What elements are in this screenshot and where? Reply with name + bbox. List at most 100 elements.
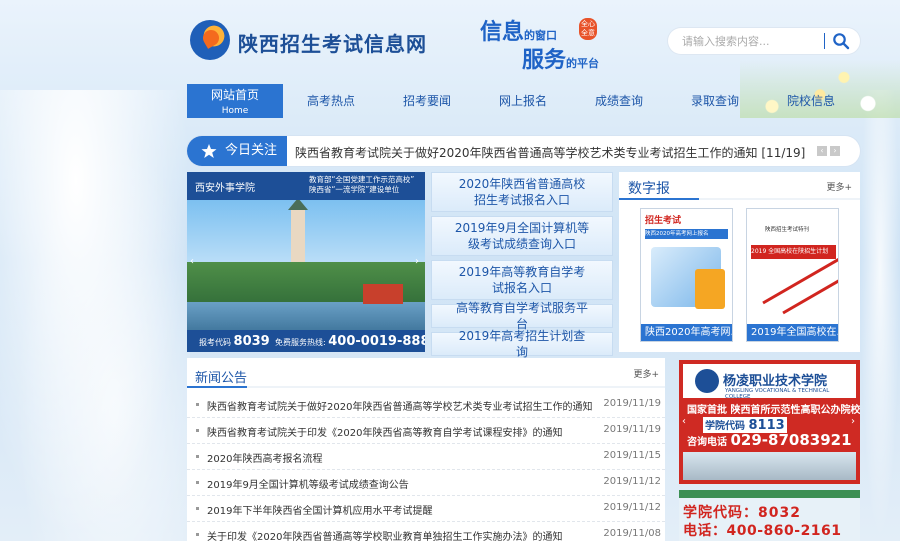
banner-carousel[interactable]: 西安外事学院 教育部“全国党建工作示范高校” 陕西省“一流学院”建设单位 报考代… xyxy=(187,172,425,352)
news-row-title: 陕西省教育考试院关于做好2020年陕西省普通高等学校艺术类专业考试招生工作的通知 xyxy=(207,402,593,413)
today-focus-label: 今日关注 xyxy=(187,136,287,166)
banner-code-value: 8039 xyxy=(233,334,270,349)
ad-phone: 咨询电话 029-87083921 xyxy=(687,431,852,449)
today-next-button[interactable]: › xyxy=(830,146,840,156)
news-row[interactable]: 2019年9月全国计算机等级考试成绩查询公告 2019/11/12 xyxy=(187,470,665,496)
quick-link-self-study-registration[interactable]: 2019年高等教育自学考试报名入口 xyxy=(431,260,613,300)
nav-item-label: 网站首页 xyxy=(210,88,259,102)
bullet-icon xyxy=(196,481,199,484)
bullet-icon xyxy=(196,429,199,432)
ad-next-arrow[interactable]: › xyxy=(851,416,855,427)
ad-phone-value: 029-87083921 xyxy=(730,431,852,449)
banner-school-name: 西安外事学院 xyxy=(195,183,255,194)
news-row[interactable]: 关于印发《2020年陕西省普通高等学校职业教育单独招生工作实施办法》的通知 20… xyxy=(187,522,665,541)
banner-next-arrow[interactable]: › xyxy=(415,256,419,267)
ad-slogan: 国家首批 陕西首所示范性高职公办院校 xyxy=(687,405,860,416)
digital-paper-panel: 数字报 更多+ 招生考试 陕西2020年高考网上报名 陕西2020年高考网...… xyxy=(619,172,860,352)
search-input[interactable] xyxy=(682,33,822,49)
banner-hotline-label: 免费服务热线: xyxy=(275,338,326,347)
background-cloud-right xyxy=(860,90,900,541)
quick-link-registration-2020[interactable]: 2020年陕西省普通高校招生考试报名入口 xyxy=(431,172,613,212)
ad-phone-label: 咨询电话 xyxy=(687,437,727,448)
digital-paper-caption: 陕西2020年高考网... xyxy=(641,324,732,341)
news-row-date: 2019/11/12 xyxy=(603,502,661,513)
ad-college-name: 杨凌职业技术学院 xyxy=(723,374,828,389)
bullet-icon xyxy=(196,455,199,458)
site-logo-icon[interactable] xyxy=(190,20,230,60)
slogan-badge: 全心全意 xyxy=(579,18,597,40)
search-box xyxy=(668,28,860,54)
ad-phone-line: 电话：400-860-2161 xyxy=(683,523,842,539)
today-headline-text: 陕西省教育考试院关于做好2020年陕西省普通高等学校艺术类专业考试招生工作的通知 xyxy=(295,146,758,160)
news-row-title: 2020年陕西高考报名流程 xyxy=(207,454,323,465)
nav-item-school-info[interactable]: 院校信息 xyxy=(763,84,859,118)
news-row-date: 2019/11/19 xyxy=(603,424,661,435)
paper-headline: 陕西2020年高考网上报名 xyxy=(645,229,728,239)
today-focus-title: 今日关注 xyxy=(225,143,278,158)
banner-note: 教育部“全国党建工作示范高校” 陕西省“一流学院”建设单位 xyxy=(309,175,414,195)
search-button[interactable] xyxy=(832,32,852,50)
news-row[interactable]: 2020年陕西高考报名流程 2019/11/15 xyxy=(187,444,665,470)
banner-pavilion xyxy=(363,284,403,304)
today-focus-bar: 今日关注 陕西省教育考试院关于做好2020年陕西省普通高等学校艺术类专业考试招生… xyxy=(187,136,860,166)
paper-headline: 2019 全国高校在陕招生计划 xyxy=(751,245,836,259)
banner-code: 报考代码 8039 xyxy=(199,334,270,349)
nav-item-home[interactable]: 网站首页 Home xyxy=(187,84,283,118)
news-row[interactable]: 陕西省教育考试院关于做好2020年陕西省普通高等学校艺术类专业考试招生工作的通知… xyxy=(187,392,665,418)
banner-code-label: 报考代码 xyxy=(199,338,231,347)
banner-note-line1: 教育部“全国党建工作示范高校” xyxy=(309,175,415,184)
news-row[interactable]: 陕西省教育考试院关于印发《2020年陕西省高等教育自学考试课程安排》的通知 20… xyxy=(187,418,665,444)
nav-item-sub: Home xyxy=(221,106,249,116)
quick-link-self-study-platform[interactable]: 高等教育自学考试服务平台 xyxy=(431,301,613,331)
paper-cover-figure xyxy=(695,269,725,309)
digital-paper-item[interactable]: 陕西招生考试特刊 2019 全国高校在陕招生计划 2019年全国高校在... xyxy=(746,208,839,342)
background-cloud-left xyxy=(0,90,190,541)
paper-masthead: 陕西招生考试特刊 xyxy=(765,227,810,233)
nav-item-score-query[interactable]: 成绩查询 xyxy=(571,84,667,118)
banner-hotline-value: 400-0019-888 xyxy=(328,334,425,349)
quick-link-enrollment-plan[interactable]: 2019年高考招生计划查询 xyxy=(431,329,613,359)
nav-item-exam-news[interactable]: 招考要闻 xyxy=(379,84,475,118)
banner-hotline: 免费服务热线: 400-0019-888 xyxy=(275,334,425,349)
digital-paper-title: 数字报 xyxy=(628,181,670,197)
news-row-title: 2019年9月全国计算机等级考试成绩查询公告 xyxy=(207,480,409,491)
news-panel: 新闻公告 更多+ 陕西省教育考试院关于做好2020年陕西省普通高等学校艺术类专业… xyxy=(187,358,665,541)
nav-item-gaokao-hot[interactable]: 高考热点 xyxy=(283,84,379,118)
nav-item-admission-query[interactable]: 录取查询 xyxy=(667,84,763,118)
news-row-date: 2019/11/08 xyxy=(603,528,661,539)
today-focus-headline[interactable]: 陕西省教育考试院关于做好2020年陕西省普通高等学校艺术类专业考试招生工作的通知… xyxy=(295,144,805,161)
banner-bottom-strip: 报考代码 8039 免费服务热线: 400-0019-888 xyxy=(187,330,425,352)
main-nav: 网站首页 Home 高考热点 招考要闻 网上报名 成绩查询 录取查询 院校信息 xyxy=(187,84,860,118)
news-more-link[interactable]: 更多+ xyxy=(633,367,659,380)
news-row-title: 2019年下半年陕西省全国计算机应用水平考试提醒 xyxy=(207,506,433,517)
star-icon xyxy=(201,144,217,158)
today-prev-button[interactable]: ‹ xyxy=(817,146,827,156)
digital-paper-more-link[interactable]: 更多+ xyxy=(826,180,852,193)
news-row[interactable]: 2019年下半年陕西省全国计算机应用水平考试提醒 2019/11/12 xyxy=(187,496,665,522)
site-title[interactable]: 陕西招生考试信息网 xyxy=(238,28,427,57)
section-divider xyxy=(619,198,860,200)
ad-building-image xyxy=(683,452,856,480)
bullet-icon xyxy=(196,403,199,406)
digital-paper-caption: 2019年全国高校在... xyxy=(747,324,838,341)
digital-paper-item[interactable]: 招生考试 陕西2020年高考网上报名 陕西2020年高考网... xyxy=(640,208,733,342)
ad-yangling-college[interactable]: 杨凌职业技术学院 YANGLING VOCATIONAL & TECHNICAL… xyxy=(679,360,860,484)
slogan-line2: 服务的平台 xyxy=(522,47,600,73)
news-row-date: 2019/11/15 xyxy=(603,450,661,461)
banner-top-strip: 西安外事学院 教育部“全国党建工作示范高校” 陕西省“一流学院”建设单位 xyxy=(187,172,425,200)
paper-masthead: 招生考试 xyxy=(645,216,682,226)
search-divider xyxy=(824,33,825,49)
ad-prev-arrow[interactable]: ‹ xyxy=(682,416,686,427)
bullet-icon xyxy=(196,507,199,510)
news-row-date: 2019/11/19 xyxy=(603,398,661,409)
banner-prev-arrow[interactable]: ‹ xyxy=(190,256,194,267)
ad-college-banner[interactable]: 学院代码：8032 电话：400-860-2161 xyxy=(679,490,860,541)
ad-code-line: 学院代码：8032 xyxy=(683,505,801,521)
today-headline-date: [11/19] xyxy=(761,146,806,160)
banner-note-line2: 陕西省“一流学院”建设单位 xyxy=(309,185,400,194)
ad-header: 杨凌职业技术学院 YANGLING VOCATIONAL & TECHNICAL… xyxy=(683,364,856,400)
nav-item-online-registration[interactable]: 网上报名 xyxy=(475,84,571,118)
quick-link-computer-score[interactable]: 2019年9月全国计算机等级考试成绩查询入口 xyxy=(431,216,613,256)
news-row-date: 2019/11/12 xyxy=(603,476,661,487)
search-icon xyxy=(833,33,850,50)
